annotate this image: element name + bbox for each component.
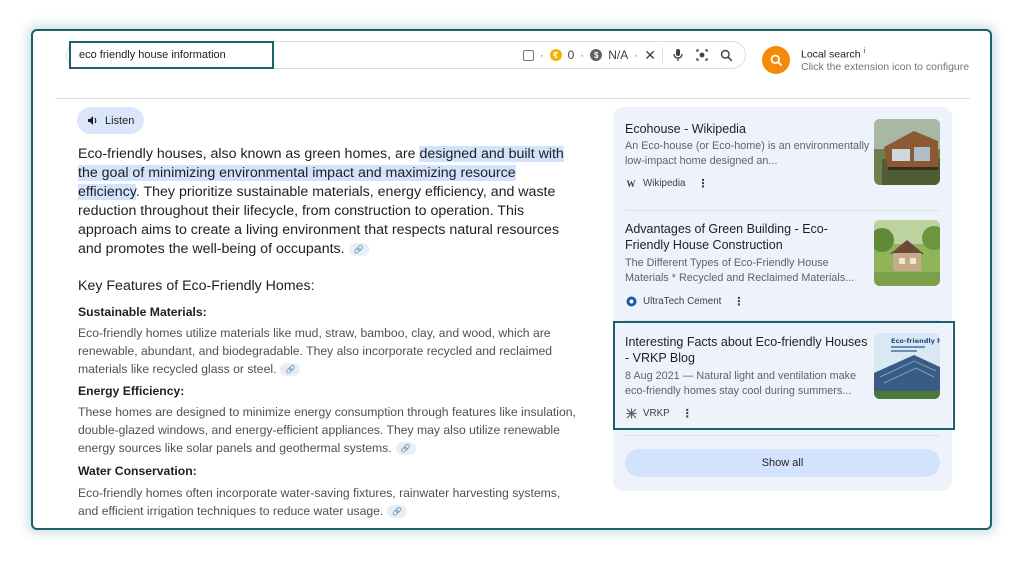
source-origin: W Wikipedia ⋮ (626, 177, 709, 190)
link-icon[interactable]: 🔗 (395, 442, 416, 456)
clear-icon[interactable]: ✕ (644, 47, 656, 64)
show-all-button[interactable]: Show all (625, 449, 940, 477)
search-input[interactable]: eco friendly house information (69, 41, 274, 69)
coin-icon: ₹ (549, 49, 562, 61)
microphone-icon[interactable] (669, 46, 687, 64)
section-body: Eco-friendly homes utilize materials lik… (78, 326, 553, 377)
local-search-button[interactable] (762, 46, 790, 74)
dollar-icon: $ (590, 49, 603, 61)
dot-separator: · (539, 48, 544, 62)
link-icon[interactable]: 🔗 (387, 505, 408, 519)
ultratech-icon (625, 296, 637, 308)
link-icon[interactable]: 🔗 (280, 363, 301, 377)
section-title: Sustainable Materials: (78, 305, 207, 319)
safe-search-checkbox[interactable] (522, 49, 534, 61)
house-thumbnail[interactable] (874, 119, 940, 185)
source-card[interactable]: Ecohouse - Wikipedia An Eco-house (or Ec… (613, 107, 952, 210)
source-snippet: The Different Types of Eco-Friendly Hous… (625, 257, 855, 284)
key-features-heading: Key Features of Eco-Friendly Homes: (78, 278, 315, 294)
source-snippet: An Eco-house (or Eco-home) is an environ… (625, 140, 870, 167)
camera-lens-icon[interactable] (693, 46, 711, 64)
house-thumbnail[interactable] (874, 220, 940, 286)
header-divider (55, 98, 970, 99)
wikipedia-icon: W (626, 178, 636, 189)
listen-label: Listen (105, 114, 135, 127)
source-title[interactable]: Advantages of Green Building - Eco-Frien… (625, 221, 870, 253)
section-title: Energy Efficiency: (78, 384, 185, 398)
search-tools: · ₹ 0 · $ N/A · ✕ (522, 42, 735, 68)
app-frame: eco friendly house information · ₹ 0 · $… (31, 29, 992, 530)
toolbar-divider (662, 47, 663, 63)
search-icon (770, 54, 782, 66)
local-search-title: Local search i (801, 48, 866, 61)
answer-intro: Eco-friendly houses, also known as green… (78, 146, 564, 257)
price-value: N/A (608, 48, 629, 62)
section-body: Eco-friendly homes often incorporate wat… (78, 486, 561, 519)
sources-panel: Ecohouse - Wikipedia An Eco-house (or Ec… (613, 107, 952, 491)
selected-source-outline (613, 321, 955, 430)
search-bar[interactable]: eco friendly house information · ₹ 0 · $… (66, 41, 746, 69)
dot-separator: · (580, 48, 585, 62)
source-origin: UltraTech Cement ⋮ (625, 295, 744, 308)
listen-button[interactable]: Listen (77, 107, 145, 134)
section-body: These homes are designed to minimize ene… (78, 405, 576, 456)
dot-separator: · (634, 48, 639, 62)
section-title: Water Conservation: (78, 464, 197, 478)
card-divider (625, 435, 940, 436)
speaker-icon (88, 116, 97, 125)
local-search-subtitle: Click the extension icon to configure (801, 61, 970, 73)
link-icon[interactable]: 🔗 (348, 242, 369, 256)
source-title[interactable]: Ecohouse - Wikipedia (625, 121, 870, 137)
coin-count: 0 (567, 48, 575, 62)
source-card[interactable]: Advantages of Green Building - Eco-Frien… (613, 210, 952, 320)
more-options-icon[interactable]: ⋮ (697, 177, 708, 190)
more-options-icon[interactable]: ⋮ (733, 295, 744, 308)
search-icon[interactable] (717, 46, 735, 64)
